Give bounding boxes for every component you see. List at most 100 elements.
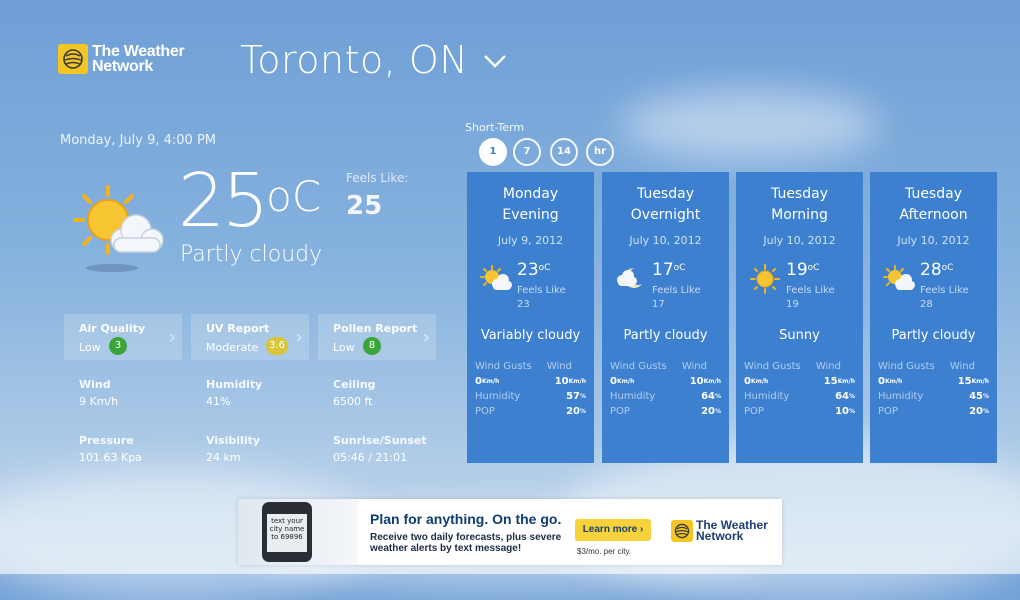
temp-value: 25	[178, 158, 269, 244]
forecast-day: Tuesday	[637, 186, 694, 202]
wind-gusts-value: 0Km/h	[878, 374, 902, 389]
logo-line-1: The Weather	[92, 43, 185, 60]
wind-number: 10	[554, 376, 569, 387]
stat-value: 24 km	[206, 451, 241, 464]
forecast-temp-unit: oC	[673, 263, 686, 273]
wind-label: Wind	[949, 361, 975, 372]
logo-globe-icon	[58, 44, 88, 74]
wind-value: 15Km/h	[958, 374, 989, 389]
stat-value: 101.63 Kpa	[79, 451, 142, 464]
stat-label: Wind	[79, 378, 111, 391]
forecast-feels-like: Feels Like 28	[920, 284, 969, 312]
forecast-condition: Partly cloudy	[623, 328, 708, 343]
forecast-period: Tuesday Overnight	[602, 184, 729, 226]
air-quality-tile[interactable]: Air Quality Low 3 ›	[64, 314, 182, 360]
stat-value: 41%	[206, 395, 231, 408]
forecast-condition: Sunny	[779, 328, 820, 343]
forecast-card[interactable]: Tuesday Afternoon July 10, 2012 28oC Feels L…	[870, 172, 997, 463]
forecast-temp-value: 28	[920, 260, 942, 280]
forecast-feels-like: Feels Like 17	[652, 284, 701, 312]
stat-label: Pressure	[79, 434, 134, 447]
feels-like-value: 19	[786, 299, 799, 310]
pop-unit: %	[579, 408, 586, 415]
pop-value: 20%	[566, 404, 586, 419]
report-badge: 3.6	[266, 337, 288, 355]
stat-value: 6500 ft	[333, 395, 373, 408]
wind-gusts-unit: Km/h	[481, 378, 500, 385]
pop-number: 10	[835, 406, 849, 417]
current-condition: Partly cloudy	[180, 242, 323, 267]
wind-number: 10	[689, 376, 704, 387]
forecast-date: July 10, 2012	[763, 234, 836, 247]
short-term-hourly-button[interactable]: hr	[586, 138, 614, 166]
pop-value: 20%	[701, 404, 721, 419]
forecast-temp-unit: oC	[941, 263, 954, 273]
app-logo[interactable]: The Weather Network	[58, 43, 185, 75]
moon-cloud-icon	[614, 264, 648, 298]
feels-like-label: Feels Like	[920, 285, 969, 296]
forecast-details: Wind Gusts Wind 0Km/h 15Km/h Humidity 64% POP 1…	[744, 359, 855, 419]
phone-icon: text your city name to 69896	[262, 502, 312, 562]
feels-like-value: 25	[346, 191, 383, 221]
wind-number: 15	[823, 376, 838, 387]
stat-value: 9 Km/h	[79, 395, 119, 408]
forecast-card[interactable]: Monday Evening July 9, 2012 23oC Feels Like 2…	[467, 172, 594, 463]
report-badge: 8	[363, 337, 381, 355]
ad-banner[interactable]: text your city name to 69896 Plan for an…	[238, 499, 782, 565]
forecast-details: Wind Gusts Wind 0Km/h 15Km/h Humidity 45% POP 2…	[878, 359, 989, 419]
humidity-unit: %	[848, 393, 855, 400]
learn-more-button[interactable]: Learn more ›	[575, 519, 651, 541]
pop-number: 20	[701, 406, 715, 417]
ad-body: Receive two daily forecasts, plus severe…	[370, 532, 561, 554]
wind-label: Wind	[546, 361, 572, 372]
current-temperature: 25oC	[178, 158, 321, 244]
wind-gusts-label: Wind Gusts	[878, 361, 935, 372]
sun-cloud-icon	[70, 182, 170, 281]
report-title: Air Quality	[79, 322, 146, 335]
humidity-unit: %	[982, 393, 989, 400]
humidity-value: 64%	[835, 389, 855, 404]
location-selector[interactable]: Toronto, ON	[240, 38, 508, 82]
pop-unit: %	[714, 408, 721, 415]
forecast-date: July 9, 2012	[497, 234, 564, 247]
report-value: Low	[333, 341, 355, 354]
pop-number: 20	[566, 406, 580, 417]
forecast-day: Tuesday	[905, 186, 962, 202]
stat-visibility: Visibility 24 km	[206, 434, 260, 464]
ad-logo-text: The Weather Network	[696, 519, 768, 542]
forecast-card[interactable]: Tuesday Overnight July 10, 2012 17oC Feels L…	[602, 172, 729, 463]
wind-gusts-label: Wind Gusts	[610, 361, 667, 372]
uv-report-tile[interactable]: UV Report Moderate 3.6 ›	[191, 314, 309, 360]
pop-label: POP	[744, 406, 764, 417]
stat-label: Sunrise/Sunset	[333, 434, 427, 447]
forecast-card[interactable]: Tuesday Morning July 10, 2012 19oC Feels Lik…	[736, 172, 863, 463]
wind-gusts-unit: Km/h	[884, 378, 903, 385]
forecast-time-of-day: Evening	[502, 207, 559, 223]
temp-unit: oC	[266, 172, 322, 221]
pollen-report-tile[interactable]: Pollen Report Low 8 ›	[318, 314, 436, 360]
stat-label: Ceiling	[333, 378, 376, 391]
humidity-number: 64	[701, 391, 715, 402]
forecast-period: Tuesday Afternoon	[870, 184, 997, 226]
feels-like-label: Feels Like	[517, 285, 566, 296]
pop-value: 10%	[835, 404, 855, 419]
forecast-temp-unit: oC	[538, 263, 551, 273]
ad-logo: The Weather Network	[671, 519, 768, 542]
short-term-14-button[interactable]: 14	[550, 138, 578, 166]
forecast-day: Tuesday	[771, 186, 828, 202]
wind-value: 15Km/h	[824, 374, 855, 389]
short-term-1-button[interactable]: 1	[479, 138, 507, 166]
wind-unit: Km/h	[971, 378, 989, 385]
report-badge: 3	[109, 337, 127, 355]
wind-gusts-unit: Km/h	[750, 378, 769, 385]
chevron-down-icon	[484, 55, 507, 68]
wind-gusts-number: 0	[475, 376, 482, 387]
forecast-temp-value: 23	[517, 260, 539, 280]
stat-label: Visibility	[206, 434, 261, 447]
humidity-label: Humidity	[744, 391, 790, 402]
short-term-7-button[interactable]: 7	[513, 138, 541, 166]
chevron-right-icon: ›	[168, 327, 176, 348]
forecast-temp-value: 19	[786, 260, 808, 280]
forecast-date: July 10, 2012	[629, 234, 702, 247]
logo-line-2: Network	[92, 58, 154, 75]
